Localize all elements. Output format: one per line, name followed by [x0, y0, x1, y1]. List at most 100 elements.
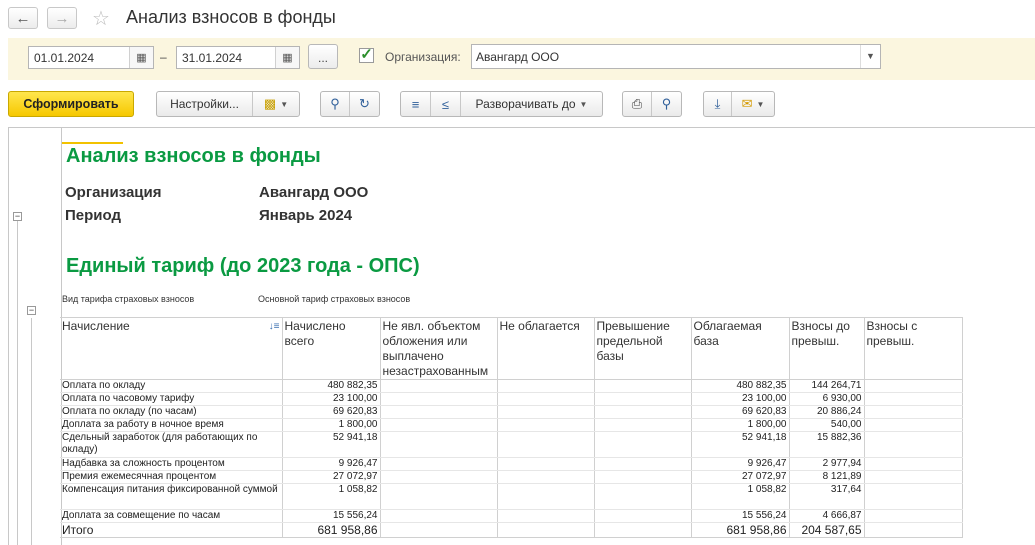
variants-button[interactable]: ▩ ▼	[253, 92, 299, 116]
cell-total[interactable]: 27 072,97	[282, 470, 381, 484]
cell-empty[interactable]	[864, 379, 963, 393]
cell-contrib[interactable]: 20 886,24	[789, 405, 865, 419]
column-header[interactable]: Начислено всего	[282, 317, 381, 380]
find-button[interactable]: ⚲	[321, 92, 350, 116]
cell-empty[interactable]	[864, 405, 963, 419]
cell-total[interactable]: 1 058,82	[282, 483, 381, 510]
cell-total[interactable]: 69 620,83	[282, 405, 381, 419]
organization-checkbox[interactable]: ✓	[359, 47, 374, 63]
cell-empty[interactable]	[497, 457, 595, 471]
table-row[interactable]: Оплата по окладу (по часам) 69 620,83 69 6…	[60, 405, 963, 419]
send-email-button[interactable]: ✉ ▼	[732, 92, 774, 116]
expand-all-button[interactable]: ≡	[401, 92, 431, 116]
cell-base[interactable]: 681 958,86	[691, 522, 790, 538]
table-row[interactable]: Оплата по часовому тарифу 23 100,00 23 100…	[60, 392, 963, 406]
cell-base[interactable]: 1 058,82	[691, 483, 790, 510]
save-button[interactable]: ⤓	[704, 92, 732, 116]
column-header[interactable]: Превышение предельной базы	[594, 317, 692, 380]
table-row[interactable]: Премия ежемесячная процентом 27 072,97 27 …	[60, 470, 963, 484]
cell-base[interactable]: 69 620,83	[691, 405, 790, 419]
cell-empty[interactable]	[864, 470, 963, 484]
cell-empty[interactable]	[380, 405, 498, 419]
total-row[interactable]: Итого 681 958,86 681 958,86 204 587,65	[60, 522, 963, 538]
cell-empty[interactable]	[497, 509, 595, 523]
cell-empty[interactable]	[380, 457, 498, 471]
date-from-field[interactable]: 01.01.2024 ▦	[28, 46, 154, 69]
calendar-icon[interactable]: ▦	[275, 47, 299, 68]
favorite-star-icon[interactable]: ☆	[92, 6, 110, 31]
cell-total[interactable]: 1 800,00	[282, 418, 381, 432]
cell-total[interactable]: 15 556,24	[282, 509, 381, 523]
table-row[interactable]: Доплата за работу в ночное время 1 800,00…	[60, 418, 963, 432]
sort-icon[interactable]: ↓≡	[269, 319, 280, 334]
cell-empty[interactable]	[497, 392, 595, 406]
cell-empty[interactable]	[380, 509, 498, 523]
generate-button[interactable]: Сформировать	[8, 91, 134, 117]
column-header[interactable]: Взносы с превыш.	[864, 317, 963, 380]
forward-button[interactable]: →	[47, 7, 77, 29]
cell-total[interactable]: 480 882,35	[282, 379, 381, 393]
column-header[interactable]: Не явл. объектом обложения или выплачено…	[380, 317, 498, 380]
cell-total[interactable]: 9 926,47	[282, 457, 381, 471]
cell-empty[interactable]	[864, 457, 963, 471]
cell-name[interactable]: Компенсация питания фиксированной суммой	[60, 483, 283, 510]
cell-base[interactable]: 480 882,35	[691, 379, 790, 393]
print-button[interactable]: ⎙	[623, 92, 652, 116]
table-row[interactable]: Компенсация питания фиксированной суммой…	[60, 483, 963, 510]
print-preview-button[interactable]: ⚲	[652, 92, 681, 116]
cell-empty[interactable]	[380, 392, 498, 406]
cell-base[interactable]: 23 100,00	[691, 392, 790, 406]
collapse-all-button[interactable]: ≤	[431, 92, 461, 116]
table-row[interactable]: Надбавка за сложность процентом 9 926,47 9…	[60, 457, 963, 471]
cell-contrib[interactable]: 317,64	[789, 483, 865, 510]
cell-empty[interactable]	[380, 379, 498, 393]
cell-empty[interactable]	[380, 483, 498, 510]
cell-empty[interactable]	[594, 392, 692, 406]
table-row[interactable]: Доплата за совмещение по часам 15 556,24 1…	[60, 509, 963, 523]
cell-total[interactable]: 681 958,86	[282, 522, 381, 538]
chevron-down-icon[interactable]: ▼	[860, 45, 880, 68]
cell-base[interactable]: 1 800,00	[691, 418, 790, 432]
date-to-field[interactable]: 31.01.2024 ▦	[176, 46, 300, 69]
active-cell[interactable]	[61, 128, 123, 144]
cell-empty[interactable]	[864, 522, 963, 538]
calendar-icon[interactable]: ▦	[129, 47, 153, 68]
table-row[interactable]: Оплата по окладу 480 882,35 480 882,35 144 …	[60, 379, 963, 393]
column-header[interactable]: Не облагается	[497, 317, 595, 380]
period-select-button[interactable]: ...	[308, 44, 338, 69]
cell-empty[interactable]	[497, 470, 595, 484]
cell-empty[interactable]	[497, 405, 595, 419]
cell-empty[interactable]	[594, 509, 692, 523]
cell-name[interactable]: Сдельный заработок (для работающих по ок…	[60, 431, 283, 458]
cell-empty[interactable]	[864, 509, 963, 523]
cell-empty[interactable]	[864, 418, 963, 432]
cell-name[interactable]: Доплата за совмещение по часам	[60, 509, 283, 523]
cell-empty[interactable]	[594, 522, 692, 538]
cell-empty[interactable]	[594, 457, 692, 471]
cell-name[interactable]: Надбавка за сложность процентом	[60, 457, 283, 471]
cell-name[interactable]: Оплата по окладу	[60, 379, 283, 393]
column-header[interactable]: Взносы до превыш.	[789, 317, 865, 380]
cell-total[interactable]: 23 100,00	[282, 392, 381, 406]
cell-empty[interactable]	[380, 431, 498, 458]
cell-empty[interactable]	[594, 405, 692, 419]
cell-empty[interactable]	[594, 431, 692, 458]
cell-name[interactable]: Оплата по окладу (по часам)	[60, 405, 283, 419]
cell-total[interactable]: 52 941,18	[282, 431, 381, 458]
cell-empty[interactable]	[380, 522, 498, 538]
cell-empty[interactable]	[864, 392, 963, 406]
cell-contrib[interactable]: 8 121,89	[789, 470, 865, 484]
cell-name[interactable]: Доплата за работу в ночное время	[60, 418, 283, 432]
column-header[interactable]: ↓≡ Начисление	[60, 317, 283, 380]
cell-contrib[interactable]: 2 977,94	[789, 457, 865, 471]
cell-empty[interactable]	[497, 418, 595, 432]
cell-base[interactable]: 9 926,47	[691, 457, 790, 471]
find-next-button[interactable]: ↻	[350, 92, 379, 116]
cell-empty[interactable]	[594, 470, 692, 484]
cell-empty[interactable]	[864, 483, 963, 510]
cell-base[interactable]: 52 941,18	[691, 431, 790, 458]
cell-name[interactable]: Итого	[60, 522, 283, 538]
cell-empty[interactable]	[497, 522, 595, 538]
cell-contrib[interactable]: 144 264,71	[789, 379, 865, 393]
cell-empty[interactable]	[497, 483, 595, 510]
